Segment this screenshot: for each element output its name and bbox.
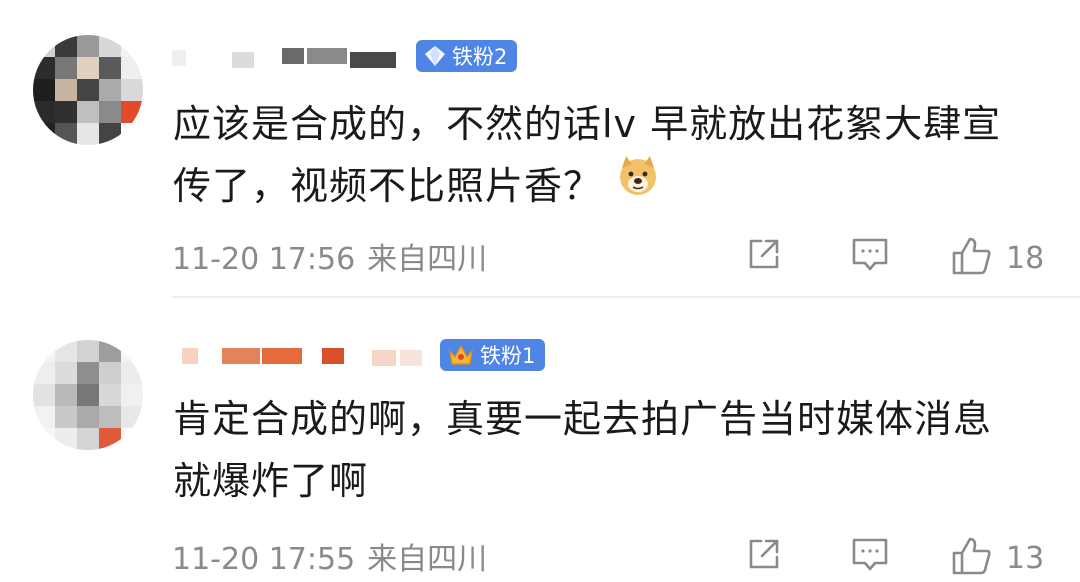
like-count: 18: [1006, 240, 1045, 276]
comment-time: 11-20 17:56: [172, 242, 356, 277]
like-button[interactable]: 13: [950, 534, 1044, 582]
comment-text-line: 应该是合成的，不然的话lv 早就放出花絮大肆宣: [173, 102, 1002, 146]
avatar[interactable]: [33, 35, 143, 145]
badge-label: 铁粉1: [480, 344, 536, 368]
badge-label: 铁粉2: [452, 45, 508, 69]
share-button[interactable]: [744, 234, 784, 278]
comment-location: 来自四川: [367, 542, 488, 577]
reply-button[interactable]: [850, 534, 890, 578]
doge-emoji-icon: [616, 154, 660, 216]
comment-icon: [850, 234, 890, 278]
like-count: 13: [1006, 540, 1045, 576]
thumbs-up-icon: [950, 534, 994, 582]
fan-level-badge: 铁粉1: [440, 339, 546, 371]
share-icon: [744, 534, 784, 578]
like-button[interactable]: 18: [950, 234, 1044, 282]
fan-level-badge: 铁粉2: [416, 40, 518, 72]
crown-icon: [448, 343, 474, 367]
comment-text: 肯定合成的啊，真要一起去拍广告当时媒体消息 就爆炸了啊: [173, 388, 1053, 512]
comment-text-line: 肯定合成的啊，真要一起去拍广告当时媒体消息: [173, 397, 993, 441]
diamond-icon: [424, 45, 446, 67]
comment-text: 应该是合成的，不然的话lv 早就放出花絮大肆宣 传了，视频不比照片香？: [173, 93, 1053, 220]
username-obscured[interactable]: [172, 42, 412, 72]
comment-meta: 11-20 17:56 来自四川: [172, 234, 487, 278]
reply-button[interactable]: [850, 234, 890, 278]
comment-text-line: 就爆炸了啊: [173, 459, 369, 503]
comment-text-line: 传了，视频不比照片香？: [173, 164, 603, 208]
comment-item: 铁粉2 应该是合成的，不然的话lv 早就放出花絮大肆宣 传了，视频不比照片香？ …: [0, 0, 1080, 296]
comment-time: 11-20 17:55: [172, 542, 356, 577]
thumbs-up-icon: [950, 234, 994, 282]
divider: [172, 296, 1080, 298]
share-icon: [744, 234, 784, 278]
share-button[interactable]: [744, 534, 784, 578]
comment-location: 来自四川: [367, 242, 488, 277]
avatar[interactable]: [33, 340, 143, 450]
comment-item: 铁粉1 肯定合成的啊，真要一起去拍广告当时媒体消息 就爆炸了啊 11-20 17…: [0, 300, 1080, 580]
comment-icon: [850, 534, 890, 578]
username-obscured[interactable]: [172, 340, 432, 370]
comment-meta: 11-20 17:55 来自四川: [172, 534, 487, 578]
